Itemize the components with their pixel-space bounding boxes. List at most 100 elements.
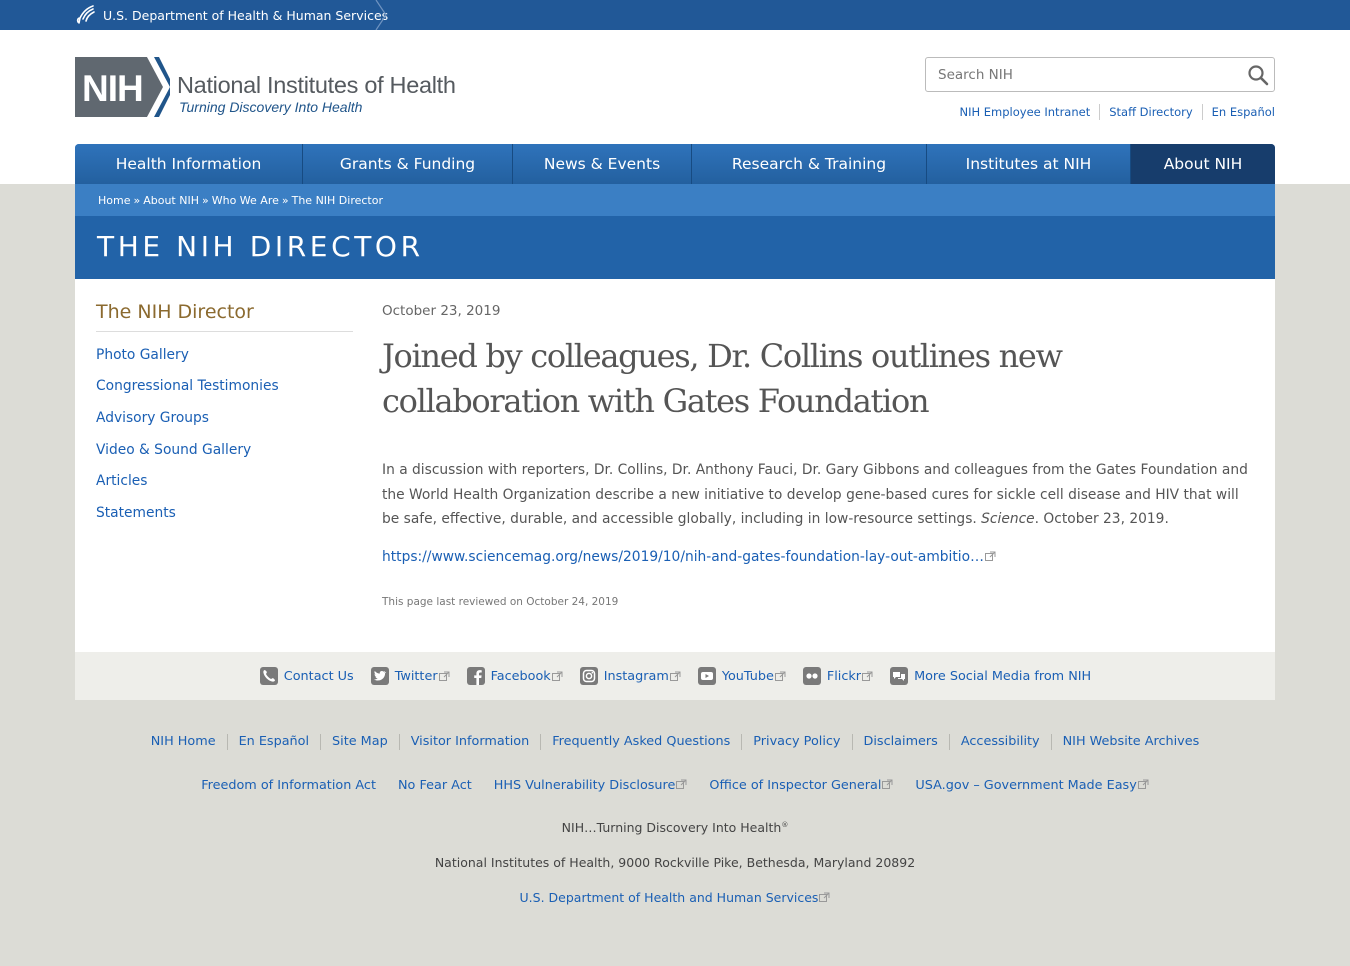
article-link-text: https://www.sciencemag.org/news/2019/10/… — [382, 548, 984, 565]
footer-link-freedom-of-information-act[interactable]: Freedom of Information Act — [190, 778, 387, 794]
breadcrumb-who-we-are[interactable]: Who We Are — [212, 194, 279, 207]
external-link-icon — [862, 671, 873, 681]
footer-hhs-link[interactable]: U.S. Department of Health and Human Serv… — [520, 890, 831, 905]
utility-link-en-espa-ol[interactable]: En Español — [1201, 104, 1275, 120]
footer-link-disclaimers[interactable]: Disclaimers — [851, 734, 949, 750]
social-label: Flickr — [826, 668, 862, 684]
chat-icon — [890, 667, 909, 685]
article-source: Science — [981, 511, 1035, 527]
footer-tagline-mark: ® — [781, 820, 789, 829]
nav-institutes-at-nih[interactable]: Institutes at NIH — [927, 144, 1131, 184]
utility-link-staff-directory[interactable]: Staff Directory — [1099, 104, 1201, 120]
nih-logo-abbr: NIH — [82, 68, 143, 109]
external-link-icon — [551, 671, 563, 681]
social-bar: Contact Us Twitter Facebook Instagram YouTub… — [75, 652, 1275, 700]
external-link-icon — [882, 779, 893, 789]
search-input[interactable] — [926, 58, 1236, 91]
flickr-icon — [802, 667, 821, 685]
footer-tagline: NIH…Turning Discovery Into Health® — [0, 820, 1350, 835]
footer-links-secondary: Freedom of Information Act No Fear Act HHS… — [0, 778, 1350, 794]
footer-link-site-map[interactable]: Site Map — [320, 734, 399, 750]
sidebar-item-video-sound-gallery[interactable]: Video & Sound Gallery — [96, 442, 251, 458]
sidebar-item-congressional-testimonies[interactable]: Congressional Testimonies — [96, 378, 279, 394]
breadcrumb-separator: » — [281, 193, 289, 207]
footer-link-label: USA.gov – Government Made Easy — [915, 778, 1137, 793]
breadcrumb-about-nih[interactable]: About NIH — [143, 194, 199, 207]
section-banner: THE NIH DIRECTOR — [75, 216, 1275, 279]
social-link-contact-us[interactable]: Contact Us — [259, 666, 354, 686]
footer-link-office-of-inspector-general[interactable]: Office of Inspector General — [698, 778, 904, 794]
facebook-icon — [466, 667, 485, 685]
footer-link-en-espa-ol[interactable]: En Español — [226, 734, 320, 750]
youtube-icon — [697, 667, 716, 685]
sidebar-item: Video & Sound Gallery — [96, 434, 353, 466]
main-nav: Health Information Grants & Funding News &… — [75, 144, 1275, 184]
sidebar-item-advisory-groups[interactable]: Advisory Groups — [96, 410, 209, 426]
sidebar-item: Photo Gallery — [96, 339, 353, 371]
footer-link-nih-website-archives[interactable]: NIH Website Archives — [1050, 734, 1211, 750]
sidebar-list: Photo Gallery Congressional Testimonies Ad… — [96, 339, 353, 529]
footer-hhs: U.S. Department of Health and Human Serv… — [0, 890, 1350, 905]
footer-link-visitor-information[interactable]: Visitor Information — [398, 734, 541, 750]
footer-link-accessibility[interactable]: Accessibility — [948, 734, 1051, 750]
social-label: Instagram — [603, 668, 669, 684]
sidebar-item-photo-gallery[interactable]: Photo Gallery — [96, 347, 189, 363]
nav-research-training[interactable]: Research & Training — [692, 144, 927, 184]
sidebar-item: Articles — [96, 465, 353, 497]
social-label: Contact Us — [283, 668, 354, 684]
footer-hhs-text: U.S. Department of Health and Human Serv… — [519, 890, 819, 905]
nih-logo[interactable]: NIH National Institutes of Health Turnin… — [75, 57, 456, 117]
nih-logo-badge: NIH — [75, 57, 170, 117]
sidebar-title: The NIH Director — [96, 301, 353, 332]
social-label: YouTube — [721, 668, 774, 684]
footer-tagline-text: NIH…Turning Discovery Into Health — [561, 820, 782, 835]
footer-link-nih-home[interactable]: NIH Home — [140, 734, 227, 750]
external-link-icon — [669, 671, 681, 681]
article-date: October 23, 2019 — [382, 303, 501, 319]
footer-link-frequently-asked-questions[interactable]: Frequently Asked Questions — [540, 734, 741, 750]
footer-link-no-fear-act[interactable]: No Fear Act — [387, 778, 483, 794]
hhs-bar: U.S. Department of Health & Human Servic… — [0, 0, 1350, 30]
main-content: The NIH Director Photo Gallery Congressio… — [75, 279, 1275, 652]
external-link-icon — [1137, 779, 1149, 789]
social-link-youtube[interactable]: YouTube — [697, 666, 786, 686]
social-label: Twitter — [394, 668, 438, 684]
search-icon[interactable] — [1247, 64, 1269, 86]
footer-link-privacy-policy[interactable]: Privacy Policy — [741, 734, 851, 750]
sidebar-item-statements[interactable]: Statements — [96, 505, 176, 521]
social-link-twitter[interactable]: Twitter — [370, 666, 450, 686]
footer-link-hhs-vulnerability-disclosure[interactable]: HHS Vulnerability Disclosure — [483, 778, 699, 794]
article-body-end: . October 23, 2019. — [1034, 511, 1169, 527]
footer-link-usa-gov-government-made-easy[interactable]: USA.gov – Government Made Easy — [904, 778, 1159, 794]
nav-about-nih[interactable]: About NIH — [1131, 144, 1275, 184]
sidebar: The NIH Director Photo Gallery Congressio… — [96, 301, 353, 529]
nav-news-events[interactable]: News & Events — [513, 144, 692, 184]
hhs-chevron-icon — [375, 0, 387, 30]
last-reviewed: This page last reviewed on October 24, 2… — [382, 595, 619, 608]
sidebar-item: Congressional Testimonies — [96, 371, 353, 403]
social-label: Facebook — [490, 668, 551, 684]
article-headline: Joined by colleagues, Dr. Collins outlin… — [382, 337, 1063, 420]
social-label: More Social Media from NIH — [914, 668, 1092, 684]
article-external-link[interactable]: https://www.sciencemag.org/news/2019/10/… — [382, 549, 996, 565]
nav-grants-funding[interactable]: Grants & Funding — [303, 144, 513, 184]
breadcrumb-home[interactable]: Home — [98, 194, 130, 207]
hhs-eagle-icon — [76, 5, 95, 24]
social-link-facebook[interactable]: Facebook — [466, 666, 563, 686]
footer-link-label: Freedom of Information Act — [201, 778, 376, 793]
sidebar-item-articles[interactable]: Articles — [96, 473, 147, 489]
hhs-link[interactable]: U.S. Department of Health & Human Servic… — [75, 0, 388, 30]
social-link-instagram[interactable]: Instagram — [579, 666, 681, 686]
sidebar-item: Advisory Groups — [96, 402, 353, 434]
social-link-flickr[interactable]: Flickr — [802, 666, 873, 686]
nav-health-information[interactable]: Health Information — [75, 144, 303, 184]
article: October 23, 2019 Joined by colleagues, D… — [382, 303, 1257, 608]
section-title: THE NIH DIRECTOR — [97, 230, 424, 263]
footer-link-label: HHS Vulnerability Disclosure — [493, 778, 676, 793]
footer-links-primary: NIH Home En Español Site Map Visitor Inform… — [0, 734, 1350, 750]
hhs-label: U.S. Department of Health & Human Servic… — [103, 7, 389, 23]
social-link-more-social-media-from-nih[interactable]: More Social Media from NIH — [889, 666, 1091, 686]
utility-link-nih-employee-intranet[interactable]: NIH Employee Intranet — [950, 104, 1099, 120]
footer-address: National Institutes of Health, 9000 Rock… — [434, 855, 916, 870]
instagram-icon — [579, 667, 598, 685]
